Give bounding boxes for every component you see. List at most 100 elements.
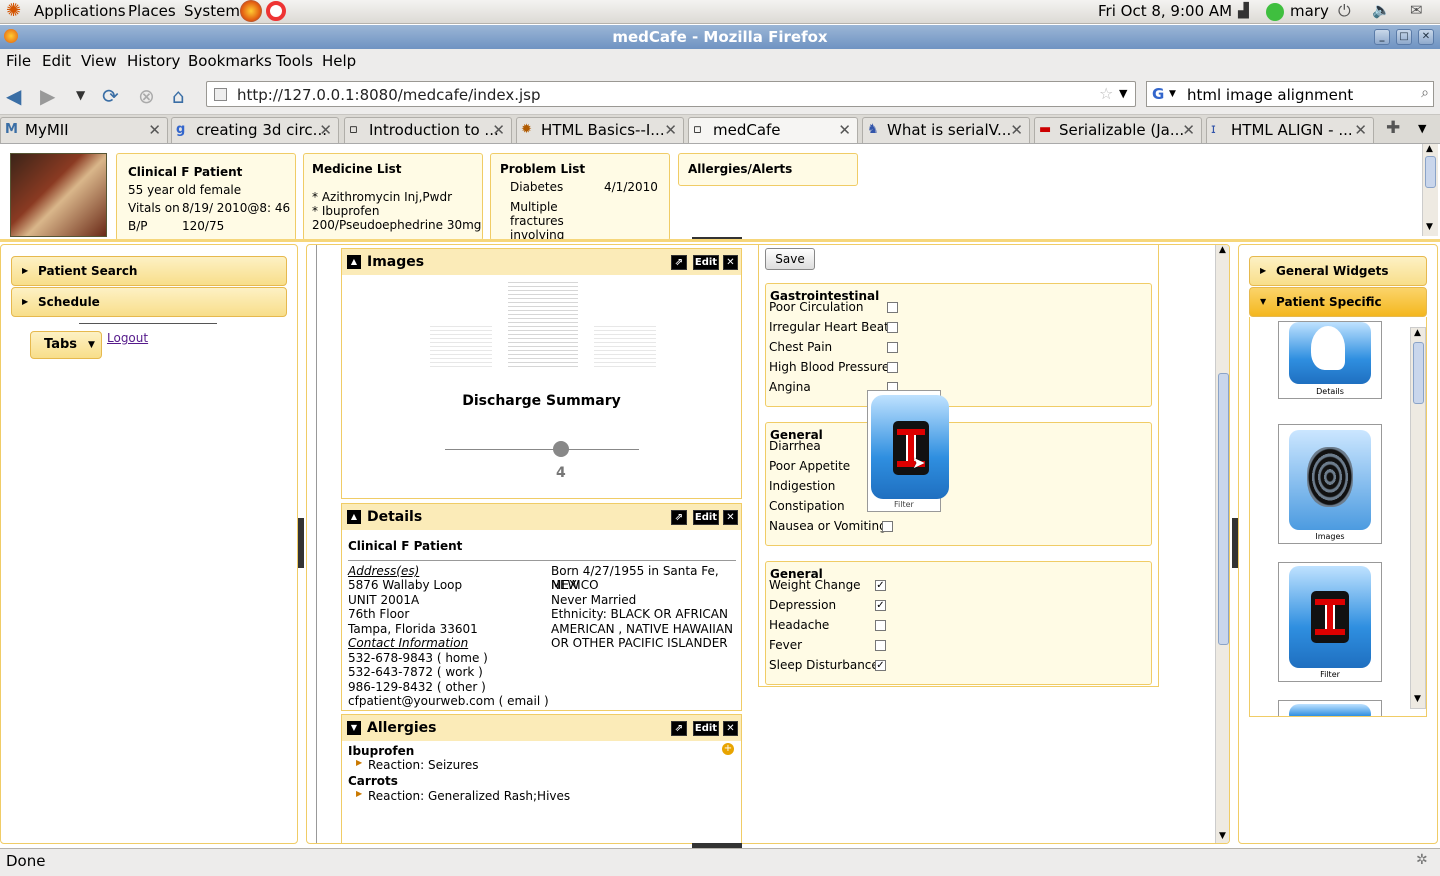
patient-search-accordion[interactable]: ▶ Patient Search [11, 256, 287, 286]
mail-icon[interactable]: ✉ [1410, 1, 1423, 19]
firefox-launcher-icon[interactable] [240, 0, 262, 22]
thumbnail-page[interactable] [508, 279, 578, 367]
google-search-engine-icon[interactable]: G [1152, 85, 1164, 103]
tab-close-icon[interactable]: ✕ [1354, 118, 1367, 142]
home-icon[interactable]: ⌂ [172, 84, 185, 108]
allergies-edit-button[interactable]: Edit [693, 721, 719, 736]
tab-introduction[interactable]: ▫ Introduction to ... ✕ [344, 117, 512, 143]
tab-close-icon[interactable]: ✕ [1182, 118, 1195, 142]
menu-help[interactable]: Help [322, 52, 356, 70]
power-icon[interactable]: ⏻ [1338, 1, 1351, 21]
menu-view[interactable]: View [81, 52, 117, 70]
applications-menu[interactable]: Applications [34, 2, 126, 20]
tab-creating-3d[interactable]: g creating 3d circ... ✕ [171, 117, 339, 143]
document-thumbnails[interactable] [430, 279, 656, 369]
scroll-up-arrow-icon[interactable]: ▲ [1426, 144, 1433, 154]
scroll-up-arrow-icon[interactable]: ▲ [1219, 245, 1226, 255]
logout-link[interactable]: Logout [107, 331, 148, 345]
symptom-checkbox[interactable] [887, 342, 898, 353]
header-scroll-thumb[interactable] [1425, 156, 1436, 188]
menu-edit[interactable]: Edit [42, 52, 71, 70]
tab-html-align[interactable]: ɪ HTML ALIGN - ... ✕ [1206, 117, 1374, 143]
close-icon[interactable]: ✕ [723, 255, 738, 270]
search-input[interactable]: html image alignment [1187, 86, 1353, 104]
symptom-checkbox[interactable] [887, 322, 898, 333]
collapse-toggle-icon[interactable]: ▲ [347, 255, 361, 269]
general-widgets-accordion[interactable]: ▶ General Widgets [1249, 256, 1427, 286]
help-launcher-icon[interactable] [266, 1, 286, 21]
tab-close-icon[interactable]: ✕ [838, 118, 851, 142]
details-edit-button[interactable]: Edit [693, 510, 719, 525]
left-splitter[interactable] [298, 518, 304, 568]
search-bar[interactable]: G ▼ html image alignment ⌕ [1146, 81, 1434, 107]
symptom-checkbox[interactable]: ✓ [875, 660, 886, 671]
firefox-window-icon[interactable] [4, 29, 18, 43]
datetime-clock[interactable]: Fri Oct 8, 9:00 AM [1098, 2, 1232, 20]
save-button[interactable]: Save [765, 248, 815, 270]
symptom-checkbox[interactable] [875, 640, 886, 651]
close-window-button[interactable]: ✕ [1418, 29, 1434, 45]
minimize-button[interactable]: _ [1374, 29, 1390, 45]
tab-mymii[interactable]: M MyMII ✕ [0, 117, 168, 143]
back-icon[interactable]: ◀ [6, 84, 21, 108]
scroll-down-arrow-icon[interactable]: ▼ [1414, 694, 1421, 704]
tab-close-icon[interactable]: ✕ [492, 118, 505, 142]
popout-icon[interactable]: ⇗ [671, 721, 687, 736]
symptom-checkbox[interactable]: ✓ [875, 600, 886, 611]
patient-specific-accordion[interactable]: ▼ Patient Specific [1249, 287, 1427, 317]
details-widget[interactable]: Details [1278, 321, 1382, 399]
thumbnail-page[interactable] [594, 323, 656, 367]
collapse-toggle-icon[interactable]: ▲ [347, 510, 361, 524]
system-menu[interactable]: System [184, 2, 240, 20]
center-scrollbar[interactable]: ▲ ▼ [1215, 245, 1229, 843]
reload-icon[interactable]: ⟳ [102, 84, 119, 108]
close-icon[interactable]: ✕ [723, 510, 738, 525]
new-tab-icon[interactable]: ✚ [1386, 118, 1400, 138]
list-all-tabs-icon[interactable]: ▼ [1418, 122, 1426, 135]
image-slider-track[interactable] [445, 449, 639, 450]
images-widget[interactable]: Images [1278, 424, 1382, 544]
resize-grip-icon[interactable]: ✲ [1416, 852, 1428, 868]
tabs-dropdown-button[interactable]: Tabs ▼ [30, 331, 102, 359]
close-icon[interactable]: ✕ [723, 721, 738, 736]
user-name[interactable]: mary [1290, 2, 1329, 20]
widget-scroll-thumb[interactable] [1413, 342, 1424, 404]
center-scroll-thumb[interactable] [1218, 373, 1229, 645]
expand-arrow-icon[interactable]: ▶ [356, 789, 362, 798]
thumbnail-page[interactable] [430, 323, 492, 367]
symptom-checkbox[interactable] [875, 620, 886, 631]
history-dropdown-icon[interactable]: ▼ [76, 88, 85, 102]
places-menu[interactable]: Places [128, 2, 176, 20]
scroll-up-arrow-icon[interactable]: ▲ [1414, 328, 1421, 338]
volume-icon[interactable]: 🔈 [1372, 1, 1391, 19]
tab-close-icon[interactable]: ✕ [664, 118, 677, 142]
tab-close-icon[interactable]: ✕ [319, 118, 332, 142]
network-icon[interactable]: ▟ [1238, 3, 1249, 19]
header-scrollbar[interactable]: ▲ ▼ [1422, 144, 1438, 236]
url-bar[interactable]: http://127.0.0.1:8080/medcafe/index.jsp … [206, 81, 1136, 107]
tab-serializable[interactable]: ▬ Serializable (Ja... ✕ [1034, 117, 1202, 143]
tab-medcafe[interactable]: ▫ medCafe ✕ [688, 117, 858, 143]
url-dropdown-icon[interactable]: ▼ [1119, 87, 1127, 100]
add-allergy-icon[interactable]: + [722, 743, 734, 755]
symptom-checkbox[interactable] [882, 521, 893, 532]
scroll-down-arrow-icon[interactable]: ▼ [1426, 222, 1433, 232]
partial-widget[interactable] [1278, 700, 1382, 716]
bookmark-star-icon[interactable]: ☆ [1099, 84, 1113, 103]
tab-close-icon[interactable]: ✕ [1010, 118, 1023, 142]
schedule-accordion[interactable]: ▶ Schedule [11, 287, 287, 317]
url-text[interactable]: http://127.0.0.1:8080/medcafe/index.jsp [237, 86, 540, 104]
search-engine-dropdown-icon[interactable]: ▼ [1169, 89, 1176, 99]
tab-close-icon[interactable]: ✕ [148, 118, 161, 142]
dragging-filter-widget[interactable]: ➤ Filter [867, 390, 949, 512]
images-edit-button[interactable]: Edit [693, 255, 719, 270]
symptom-checkbox[interactable] [887, 302, 898, 313]
widget-list-scrollbar[interactable]: ▲ ▼ [1410, 327, 1426, 709]
menu-tools[interactable]: Tools [276, 52, 313, 70]
search-magnifier-icon[interactable]: ⌕ [1421, 85, 1429, 101]
menu-history[interactable]: History [127, 52, 180, 70]
filter-widget[interactable]: Filter [1278, 562, 1382, 682]
ubuntu-logo-icon[interactable]: ✺ [6, 0, 21, 21]
maximize-button[interactable]: □ [1396, 29, 1412, 45]
popout-icon[interactable]: ⇗ [671, 255, 687, 270]
